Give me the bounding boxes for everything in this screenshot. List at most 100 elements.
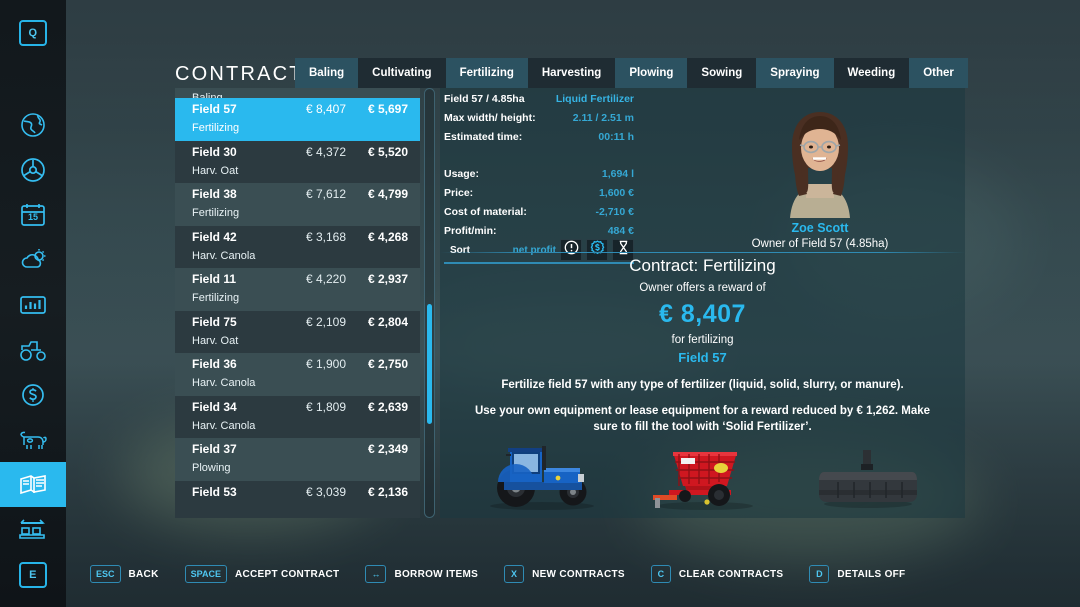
owner-name: Zoe Scott [680,221,960,235]
hint-details-off[interactable]: D DETAILS OFF [809,565,905,583]
sidebar-item-weather[interactable] [0,237,66,282]
sidebar-item-animals[interactable] [0,417,66,462]
cow-icon [18,429,48,451]
detail-label: Usage: [444,168,479,180]
avatar [768,96,872,218]
tab-other[interactable]: Other [909,58,968,88]
table-row[interactable]: Field 34 € 1,809 € 2,639 Harv. Canola [175,396,420,439]
row-price: € 7,612 [284,187,346,201]
row-profit: € 2,349 [346,442,408,456]
table-row[interactable]: Field 42 € 3,168 € 4,268 Harv. Canola [175,226,420,269]
table-row[interactable]: Field 75 € 2,109 € 2,804 Harv. Oat [175,311,420,354]
row-job: Fertilizing [192,207,408,219]
tab-spraying[interactable]: Spraying [756,58,833,88]
calendar-icon: 15 [19,202,47,228]
game-menu-screen: Q [0,0,1080,607]
row-job: Harv. Oat [192,165,408,177]
sidebar-item-vehicle-control[interactable] [0,147,66,192]
reward-field-name: Field 57 [440,350,965,365]
equipment-fertilizer-spreader [645,438,765,515]
row-field-name: Field 53 [192,485,237,499]
sidebar-item-statistics[interactable] [0,282,66,327]
next-page-key[interactable]: E [19,562,47,588]
row-field-name: Field 36 [192,357,237,371]
hint-new-contracts[interactable]: X NEW CONTRACTS [504,565,625,583]
detail-value: 1,600 € [599,187,634,199]
key-arrows: ↔ [365,565,386,583]
contracts-icon [18,472,48,498]
row-job: Harv. Canola [192,420,408,432]
row-price: € 4,372 [284,145,346,159]
table-row[interactable]: Field 16 € 6,555 € 7,015 Baling [175,88,420,98]
contract-summary: Contract: Fertilizing Owner offers a rew… [440,256,965,435]
sort-mode-value: net profit [513,245,556,256]
table-row[interactable]: Field 38 € 7,612 € 4,799 Fertilizing [175,183,420,226]
row-price: € 2,109 [284,315,346,329]
detail-estimated-time-row: Estimated time: 00:11 h [444,128,634,146]
sidebar-item-map[interactable] [0,102,66,147]
contract-title: Contract: Fertilizing [440,256,965,276]
table-row[interactable]: Field 36 € 1,900 € 2,750 Harv. Canola [175,353,420,396]
sidebar-item-production[interactable] [0,507,66,552]
row-field-name: Field 42 [192,230,237,244]
row-price: € 3,168 [284,230,346,244]
prev-page-key[interactable]: Q [19,20,47,46]
list-scrollbar-thumb[interactable] [427,304,432,424]
category-tabs: Baling Cultivating Fertilizing Harvestin… [295,58,968,88]
table-row[interactable]: Field 37 € 2,349 Plowing [175,438,420,481]
row-price: € 1,900 [284,357,346,371]
detail-value: 484 € [608,225,634,237]
sidebar-item-calendar[interactable]: 15 [0,192,66,237]
hint-label: DETAILS OFF [837,569,905,580]
detail-usage-row: Usage: 1,694 l [444,165,634,183]
row-job: Harv. Canola [192,250,408,262]
key-d: D [809,565,829,583]
sidebar-item-finances[interactable] [0,372,66,417]
table-row[interactable]: Field 11 € 4,220 € 2,937 Fertilizing [175,268,420,311]
row-profit: € 2,750 [346,357,408,371]
row-price: € 8,407 [284,102,346,116]
statistics-icon [19,294,47,316]
detail-price-row: Price: 1,600 € [444,184,634,202]
row-field-name: Field 57 [192,102,237,116]
row-price: € 3,039 [284,485,346,499]
tab-weeding[interactable]: Weeding [834,58,910,88]
hint-label: NEW CONTRACTS [532,569,625,580]
detail-label: Price: [444,187,473,199]
equipment-weight-ballast [808,438,928,515]
tab-cultivating[interactable]: Cultivating [358,58,445,88]
tab-plowing[interactable]: Plowing [615,58,687,88]
sort-label: Sort [450,245,470,256]
table-row-selected[interactable]: Field 57 € 8,407 € 5,697 Fertilizing [175,98,420,141]
hint-label: ACCEPT CONTRACT [235,569,340,580]
tab-fertilizing[interactable]: Fertilizing [446,58,528,88]
reward-amount: € 8,407 [440,300,965,329]
equipment-tractor [482,438,602,515]
row-profit: € 2,937 [346,272,408,286]
key-x: X [504,565,524,583]
detail-label: Max width/ height: [444,112,536,124]
row-job: Harv. Oat [192,335,408,347]
sidebar-item-contracts[interactable] [0,462,66,507]
tab-baling[interactable]: Baling [295,58,358,88]
contract-list[interactable]: Field 16 € 6,555 € 7,015 Baling Field 57… [175,88,420,518]
row-profit: € 5,697 [346,102,408,116]
row-field-name: Field 37 [192,442,237,456]
hint-label: BACK [129,569,159,580]
tab-sowing[interactable]: Sowing [687,58,756,88]
row-field-name: Field 38 [192,187,237,201]
table-row[interactable]: Field 30 € 4,372 € 5,520 Harv. Oat [175,141,420,184]
hint-borrow-items[interactable]: ↔ BORROW ITEMS [365,565,478,583]
hint-accept-contract[interactable]: SPACE ACCEPT CONTRACT [185,565,340,583]
list-scrollbar-track[interactable] [424,88,435,518]
tab-harvesting[interactable]: Harvesting [528,58,615,88]
hint-clear-contracts[interactable]: C CLEAR CONTRACTS [651,565,784,583]
detail-value: 2.11 / 2.51 m [573,112,634,124]
contract-details-panel: Field 57 / 4.85ha Liquid Fertilizer Max … [440,88,965,518]
owner-subtitle: Owner of Field 57 (4.85ha) [680,238,960,250]
sidebar-item-vehicles[interactable] [0,327,66,372]
table-row[interactable]: Field 53 € 3,039 € 2,136 [175,481,420,519]
bottom-action-bar: ESC BACK SPACE ACCEPT CONTRACT ↔ BORROW … [90,563,931,585]
hint-back[interactable]: ESC BACK [90,565,159,583]
weather-icon [18,247,48,273]
